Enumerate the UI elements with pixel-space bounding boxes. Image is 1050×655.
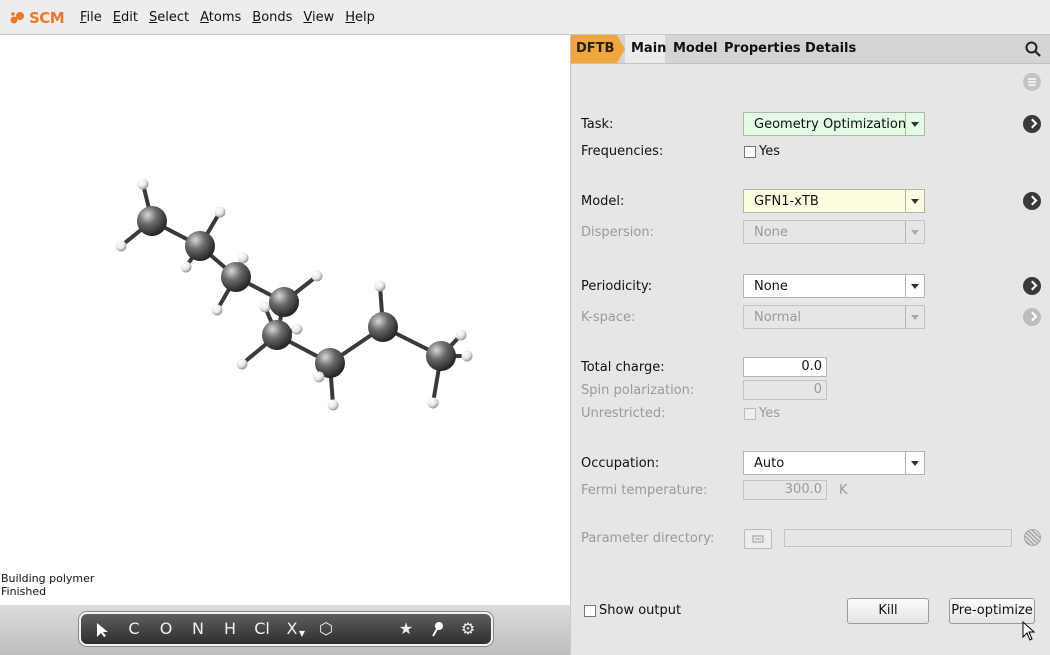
tab-engine-dftb[interactable]: DFTB xyxy=(571,35,625,63)
panel-menu-icon[interactable] xyxy=(1023,73,1041,91)
menu-atoms[interactable]: Atoms xyxy=(200,10,241,25)
menu-select[interactable]: Select xyxy=(149,10,189,25)
logo-text: SCM xyxy=(29,9,65,27)
tab-bar: DFTB Main Model Properties Details xyxy=(571,35,1050,64)
tool-nitrogen[interactable]: N xyxy=(189,618,207,640)
molecule-render[interactable] xyxy=(0,35,570,605)
task-details-arrow-icon[interactable] xyxy=(1023,115,1041,133)
chevron-down-icon[interactable] xyxy=(905,190,924,212)
frequencies-yes-label: Yes xyxy=(759,144,780,159)
status-line-2: Finished xyxy=(1,585,47,598)
task-label: Task: xyxy=(581,117,614,132)
model-select[interactable]: GFN1-xTB xyxy=(743,189,925,213)
occupation-select[interactable]: Auto xyxy=(743,451,925,475)
fermi-unit-label: K xyxy=(839,483,848,498)
kill-button[interactable]: Kill xyxy=(847,598,929,624)
tab-model[interactable]: Model xyxy=(673,41,717,56)
total-charge-input[interactable]: 0.0 xyxy=(743,357,827,377)
chevron-down-icon[interactable] xyxy=(905,452,924,474)
kspace-label: K-space: xyxy=(581,310,636,325)
settings-panel: DFTB Main Model Properties Details Task:… xyxy=(570,35,1050,655)
spin-polarization-input[interactable]: 0 xyxy=(743,380,827,400)
tool-chlorine[interactable]: Cl xyxy=(250,618,274,640)
dispersion-label: Dispersion: xyxy=(581,225,654,240)
tab-properties[interactable]: Properties xyxy=(724,41,801,56)
occupation-label: Occupation: xyxy=(581,456,660,471)
pointer-icon[interactable] xyxy=(95,618,109,640)
folder-browse-icon[interactable] xyxy=(744,529,772,549)
tool-hydrogen[interactable]: H xyxy=(221,618,239,640)
menu-help[interactable]: Help xyxy=(345,10,375,25)
atom-toolbar: C O N H Cl X ▼ ⬡ ★ ⚙ xyxy=(79,612,493,646)
fermi-temperature-input[interactable]: 300.0 xyxy=(743,480,827,500)
parameter-directory-input[interactable] xyxy=(784,529,1012,547)
scm-logo-icon xyxy=(10,12,24,24)
menu-view[interactable]: View xyxy=(303,10,334,25)
chevron-down-icon[interactable] xyxy=(905,113,924,135)
menu-edit[interactable]: Edit xyxy=(113,10,138,25)
chevron-down-icon[interactable] xyxy=(905,275,924,297)
menu-bar: SCM File Edit Select Atoms Bonds View He… xyxy=(0,0,1050,35)
tab-details[interactable]: Details xyxy=(805,41,856,56)
search-icon[interactable] xyxy=(1025,41,1041,61)
kspace-details-arrow-icon[interactable] xyxy=(1023,308,1041,326)
unrestricted-label: Unrestricted: xyxy=(581,406,666,421)
frequencies-label: Frequencies: xyxy=(581,144,664,159)
chevron-down-icon[interactable] xyxy=(905,221,924,243)
status-line-1: Building polymer xyxy=(1,572,95,585)
dispersion-select[interactable]: None xyxy=(743,220,925,244)
mouse-cursor-icon xyxy=(1022,620,1036,645)
show-output-checkbox[interactable] xyxy=(584,605,596,617)
menu-items: File Edit Select Atoms Bonds View Help xyxy=(80,0,386,34)
menu-file[interactable]: File xyxy=(80,10,102,25)
tool-carbon[interactable]: C xyxy=(125,618,143,640)
kspace-select[interactable]: Normal xyxy=(743,305,925,329)
tab-main[interactable]: Main xyxy=(631,41,666,56)
star-icon[interactable]: ★ xyxy=(395,618,417,640)
frequencies-checkbox[interactable] xyxy=(744,146,756,158)
model-details-arrow-icon[interactable] xyxy=(1023,192,1041,210)
task-select[interactable]: Geometry Optimization xyxy=(743,112,925,136)
total-charge-label: Total charge: xyxy=(581,360,665,375)
periodicity-label: Periodicity: xyxy=(581,279,653,294)
model-label: Model: xyxy=(581,194,625,209)
gear-icon[interactable]: ⚙ xyxy=(457,618,479,640)
parameter-directory-label: Parameter directory: xyxy=(581,531,715,546)
spin-polarization-label: Spin polarization: xyxy=(581,383,695,398)
chevron-down-icon[interactable] xyxy=(905,306,924,328)
show-output-label: Show output xyxy=(599,603,682,618)
directory-options-icon[interactable] xyxy=(1024,529,1041,546)
periodicity-select[interactable]: None xyxy=(743,274,925,298)
ring-icon[interactable]: ⬡ xyxy=(315,618,337,640)
fermi-temperature-label: Fermi temperature: xyxy=(581,483,708,498)
chevron-down-icon[interactable]: ▼ xyxy=(298,623,306,645)
unrestricted-yes-label: Yes xyxy=(759,406,780,421)
pin-icon[interactable] xyxy=(427,618,449,640)
tool-oxygen[interactable]: O xyxy=(157,618,175,640)
molecule-viewport[interactable]: Building polymer Finished xyxy=(0,35,570,605)
periodicity-details-arrow-icon[interactable] xyxy=(1023,277,1041,295)
scm-logo[interactable]: SCM xyxy=(10,8,65,28)
menu-bonds[interactable]: Bonds xyxy=(252,10,292,25)
unrestricted-checkbox[interactable] xyxy=(744,408,756,420)
